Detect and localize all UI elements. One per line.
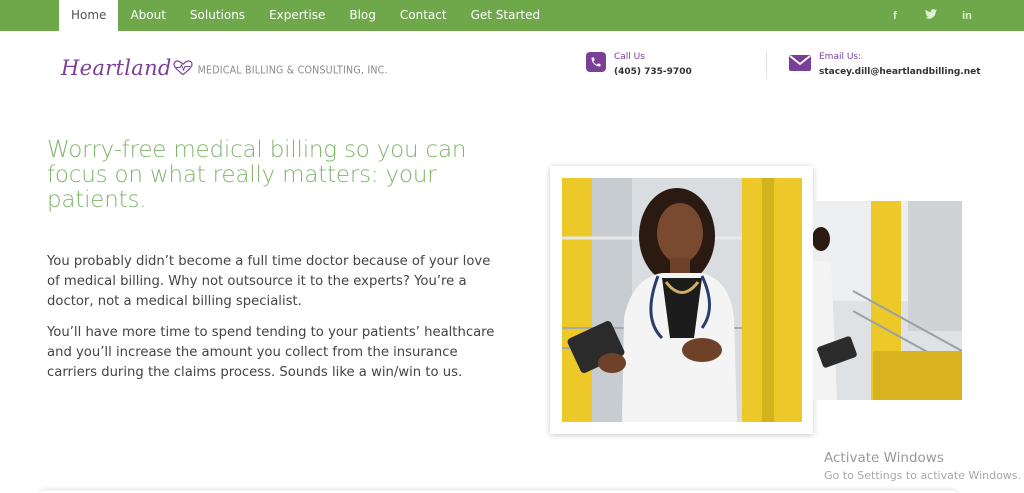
nav-get-started[interactable]: Get Started [459, 0, 553, 31]
email-address[interactable]: stacey.dill@heartlandbilling.net [819, 67, 981, 77]
call-us-text: Call Us (405) 735-9700 [614, 52, 692, 77]
email-us-label: Email Us: [819, 52, 862, 62]
phone-icon [586, 52, 606, 72]
nav-expertise[interactable]: Expertise [257, 0, 337, 31]
doctor-photo-frame [550, 166, 813, 434]
hero-paragraph-2: You’ll have more time to spend tending t… [47, 325, 495, 381]
hero-paragraph-1: You probably didn’t become a full time d… [47, 254, 491, 310]
hero-headline: Worry-free medical billing so you can fo… [47, 137, 467, 213]
linkedin-icon[interactable]: in [960, 10, 974, 22]
windows-activation-watermark: Activate Windows Go to Settings to activ… [824, 450, 1021, 482]
heart-icon [173, 60, 193, 76]
nav-about[interactable]: About [118, 0, 177, 31]
top-nav-bar: Home About Solutions Expertise Blog Cont… [0, 0, 1024, 31]
nav-home[interactable]: Home [59, 0, 119, 31]
email-us-text: Email Us: stacey.dill@heartlandbilling.n… [819, 52, 981, 77]
email-us-block[interactable]: Email Us: stacey.dill@heartlandbilling.n… [789, 52, 981, 77]
facebook-icon[interactable]: f [888, 10, 902, 22]
logo-script-text: Heartland [61, 56, 172, 80]
call-us-block[interactable]: Call Us (405) 735-9700 [586, 52, 692, 77]
nav-contact[interactable]: Contact [388, 0, 459, 31]
doctor-photo [562, 178, 802, 422]
contact-divider [766, 52, 767, 79]
social-links: f in [888, 0, 974, 31]
phone-number[interactable]: (405) 735-9700 [614, 67, 692, 77]
main-menu: Home About Solutions Expertise Blog Cont… [59, 0, 552, 31]
call-us-label: Call Us [614, 52, 645, 62]
next-section-card-edge [40, 489, 958, 493]
logo-tagline: MEDICAL BILLING & CONSULTING, INC. [197, 64, 388, 77]
side-photo [813, 201, 962, 400]
envelope-icon [789, 55, 811, 71]
nav-blog[interactable]: Blog [337, 0, 388, 31]
activate-subtitle: Go to Settings to activate Windows. [824, 469, 1022, 482]
activate-title: Activate Windows [824, 450, 944, 466]
site-logo[interactable]: Heartland MEDICAL BILLING & CONSULTING, … [61, 56, 388, 80]
nav-solutions[interactable]: Solutions [178, 0, 257, 31]
twitter-icon[interactable] [924, 9, 938, 22]
